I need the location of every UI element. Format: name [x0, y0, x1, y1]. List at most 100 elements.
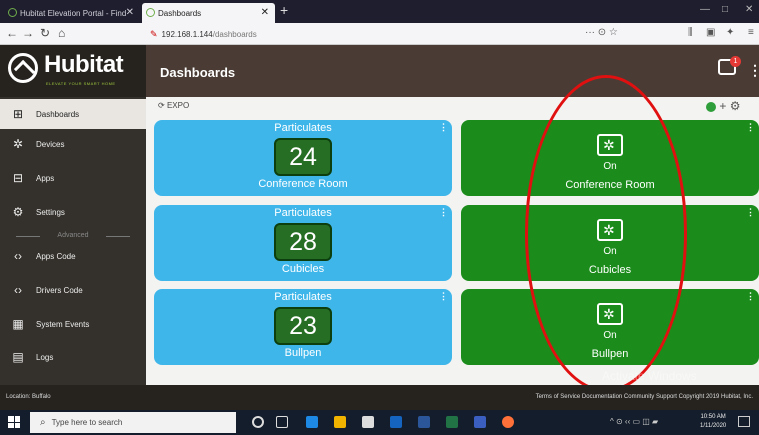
back-icon[interactable]: ←	[6, 26, 18, 40]
clock-time: 10:50 AM	[700, 414, 726, 420]
tab-dashboards[interactable]: Dashboards ✕	[142, 3, 275, 23]
logo-text: Hubitat	[44, 51, 124, 78]
add-tile-icon[interactable]: +	[719, 99, 729, 113]
sidebar-item-label: Logs	[36, 352, 54, 362]
tile-header: Particulates	[274, 122, 332, 134]
sidebar-item-label: Apps Code	[36, 251, 76, 261]
tile-menu-icon[interactable]: ⋮	[439, 207, 448, 218]
close-icon[interactable]: ✕	[261, 7, 269, 18]
url-path: /dashboards	[212, 29, 257, 39]
more-options-icon[interactable]: ⋮	[748, 62, 759, 79]
action-center-icon[interactable]	[738, 416, 750, 427]
task-view-icon[interactable]	[276, 416, 288, 428]
browser-tab-bar: Hubitat Elevation Portal - Find ✕ Dashbo…	[0, 0, 759, 23]
tab-hubitat-portal[interactable]: Hubitat Elevation Portal - Find ✕	[4, 3, 140, 23]
sidebar-item-apps[interactable]: ⊟ Apps	[0, 163, 146, 193]
code-icon: ‹›	[14, 283, 22, 297]
home-icon[interactable]: ⌂	[58, 26, 65, 40]
search-placeholder: Type here to search	[51, 418, 123, 427]
sidebar-item-system-events[interactable]: ▦ System Events	[0, 309, 146, 339]
tile-value: 24	[274, 138, 332, 176]
apps-icon: ⊟	[12, 171, 24, 185]
firefox-icon[interactable]	[502, 416, 514, 428]
page-actions[interactable]: ··· ⊙ ☆	[585, 27, 618, 38]
edge-icon[interactable]	[306, 416, 318, 428]
tile-menu-icon[interactable]: ⋮	[746, 291, 755, 302]
close-icon[interactable]: ✕	[126, 7, 134, 18]
hubitat-favicon-icon	[8, 8, 17, 17]
dashboard-icon: ⊞	[12, 107, 24, 121]
reload-icon[interactable]: ↻	[40, 26, 50, 40]
store-icon[interactable]	[362, 416, 374, 428]
tile-menu-icon[interactable]: ⋮	[439, 122, 448, 133]
settings-icon: ⚙	[12, 205, 24, 219]
particulates-tile[interactable]: Particulates ⋮ 23 Bullpen	[154, 289, 452, 365]
sidebar-item-logs[interactable]: ▤ Logs	[0, 342, 146, 372]
dashboard-toolbar: + ⚙	[706, 99, 740, 113]
sidebar-item-label: Settings	[36, 207, 65, 217]
cortana-icon[interactable]	[252, 416, 264, 428]
page-footer: Location: Buffalo Terms of Service Docum…	[0, 385, 759, 410]
hubitat-favicon-icon	[146, 8, 155, 17]
new-tab-button[interactable]: +	[280, 2, 288, 18]
system-tray-icons[interactable]: ^ ⊙ ‹‹ ▭ ◫ ▰	[610, 417, 658, 426]
advanced-divider: Advanced	[12, 232, 134, 239]
code-icon: ‹›	[14, 249, 22, 263]
page-title: Dashboards	[160, 65, 236, 80]
sidebar-item-settings[interactable]: ⚙ Settings	[0, 197, 146, 227]
word-icon[interactable]	[418, 416, 430, 428]
menu-icon[interactable]: ≡	[748, 27, 754, 38]
teams-icon[interactable]	[474, 416, 486, 428]
tile-value: 23	[274, 307, 332, 345]
windows-start-icon[interactable]	[8, 416, 20, 428]
excel-icon[interactable]	[446, 416, 458, 428]
tile-footer: Conference Room	[258, 178, 348, 190]
tile-menu-icon[interactable]: ⋮	[746, 207, 755, 218]
tab-label: Hubitat Elevation Portal - Find	[20, 8, 127, 18]
file-explorer-icon[interactable]	[334, 416, 346, 428]
tile-footer: Bullpen	[284, 347, 322, 359]
footer-links[interactable]: Terms of Service Documentation Community…	[536, 394, 753, 400]
sidebar-item-label: Apps	[36, 173, 55, 183]
sidebar-item-devices[interactable]: ✲ Devices	[0, 129, 146, 159]
sidebar-item-label: Drivers Code	[36, 285, 83, 295]
dashboard-name: ⟳ EXPO	[158, 101, 190, 110]
clock-date: 1/11/2020	[700, 423, 727, 429]
sidebar-item-drivers-code[interactable]: ‹› Drivers Code	[0, 275, 146, 305]
windows-taskbar: ⌕ Type here to search ^ ⊙ ‹‹ ▭ ◫ ▰ 10:50…	[0, 410, 759, 435]
connected-status-icon	[706, 101, 716, 112]
logs-icon: ▤	[12, 350, 24, 364]
sidebar-item-label: System Events	[36, 319, 90, 329]
address-bar[interactable]: ✎ 192.168.1.144 /dashboards	[140, 26, 630, 42]
taskbar-search-input[interactable]: ⌕ Type here to search	[30, 412, 236, 433]
tab-label: Dashboards	[158, 8, 202, 18]
sidebar: ⊞ Dashboards ✲ Devices ⊟ Apps ⚙ Settings…	[0, 97, 146, 385]
app-header: Dashboards 1 ⋮	[146, 45, 759, 97]
library-icon[interactable]: ⫼	[688, 27, 693, 38]
tile-header: Particulates	[274, 291, 332, 303]
sidebar-item-dashboards[interactable]: ⊞ Dashboards	[0, 99, 146, 129]
tile-footer: Cubicles	[281, 263, 325, 275]
maximize-icon[interactable]: □	[722, 4, 728, 15]
particulates-tile[interactable]: Particulates ⋮ 24 Conference Room	[154, 120, 452, 196]
close-window-icon[interactable]: ✕	[745, 4, 753, 15]
forward-icon[interactable]: →	[22, 26, 34, 40]
taskbar-clock[interactable]: 10:50 AM 1/11/2020	[700, 413, 726, 431]
sidebar-item-apps-code[interactable]: ‹› Apps Code	[0, 241, 146, 271]
particulates-tile[interactable]: Particulates ⋮ 28 Cubicles	[154, 205, 452, 281]
tile-menu-icon[interactable]: ⋮	[746, 122, 755, 133]
events-icon: ▦	[12, 317, 24, 331]
notification-badge: 1	[730, 56, 741, 67]
tile-header: Particulates	[274, 207, 332, 219]
mail-icon[interactable]	[390, 416, 402, 428]
extension-icon[interactable]: ✦	[726, 27, 734, 38]
browser-nav-bar: ← → ↻ ⌂ ✎ 192.168.1.144 /dashboards ··· …	[0, 23, 759, 45]
activate-windows-watermark: Activate Windows	[602, 369, 697, 383]
annotation-ellipse	[525, 75, 687, 392]
sidebar-icon[interactable]: ▣	[706, 27, 715, 38]
tile-menu-icon[interactable]: ⋮	[439, 291, 448, 302]
hubitat-logo[interactable]: Hubitat ELEVATE YOUR SMART HOME	[0, 45, 146, 97]
settings-icon[interactable]: ⚙	[730, 99, 741, 113]
minimize-icon[interactable]: —	[700, 4, 710, 15]
sidebar-item-label: Dashboards	[36, 109, 80, 119]
